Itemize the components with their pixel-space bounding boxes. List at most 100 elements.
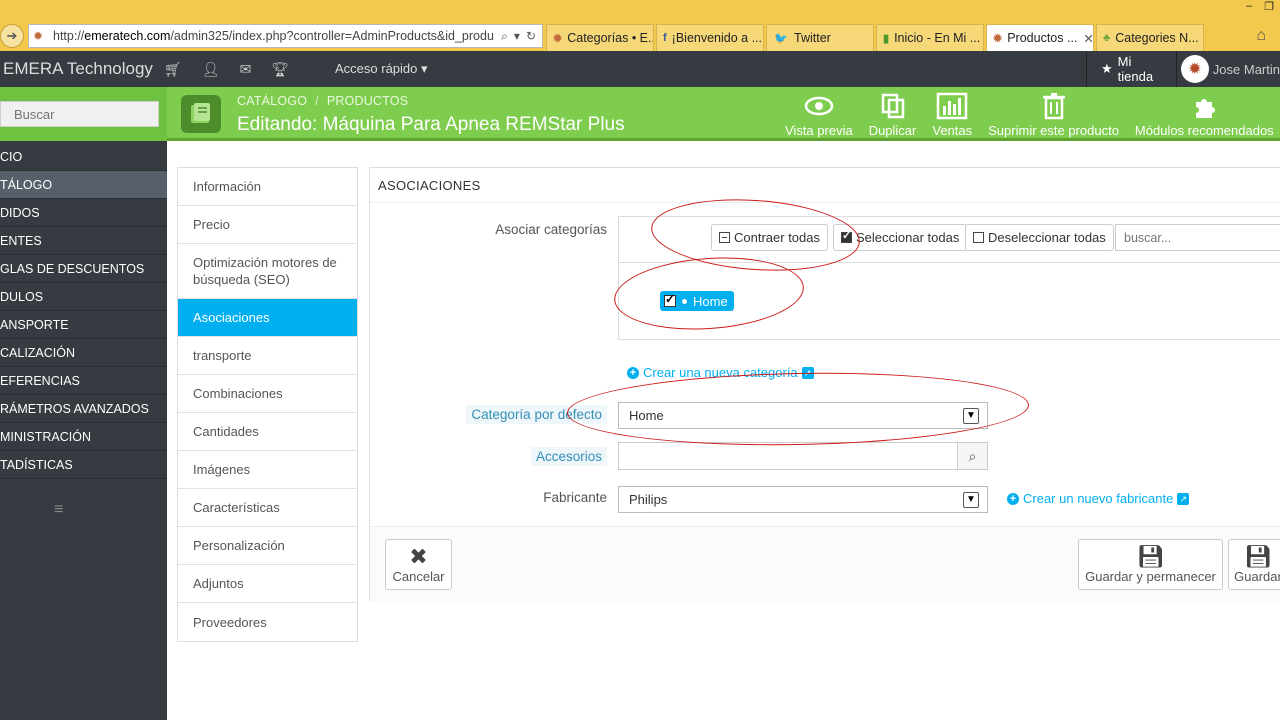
site-favicon-icon: ✹ <box>33 29 44 43</box>
sidebar-menu-item[interactable]: DIDOS <box>0 199 167 227</box>
product-tab[interactable]: Características <box>178 489 357 527</box>
create-manufacturer-link[interactable]: + Crear un nuevo fabricante ↗ <box>1007 491 1190 506</box>
envelope-icon[interactable]: ✉ <box>240 61 252 78</box>
sidebar-search-input[interactable] <box>0 101 159 127</box>
product-tab[interactable]: Información <box>178 168 357 206</box>
close-tab-icon[interactable]: ✕ <box>1083 31 1093 46</box>
maximize-icon[interactable]: ❐ <box>1264 0 1274 13</box>
product-tab[interactable]: transporte <box>178 337 357 375</box>
category-node-home[interactable]: Home <box>660 291 734 311</box>
external-link-icon: ↗ <box>801 366 814 379</box>
sales-button[interactable]: Ventas <box>924 92 980 138</box>
sidebar-menu-item[interactable]: EFERENCIAS <box>0 367 167 395</box>
search-icon[interactable]: ⌕ <box>501 29 508 44</box>
tree-bullet-icon <box>682 298 687 304</box>
address-bar[interactable]: ✹ http://emeratech.com/admin325/index.ph… <box>28 24 543 48</box>
url-text[interactable]: http://emeratech.com/admin325/index.php?… <box>53 29 495 43</box>
product-tab[interactable]: Personalización <box>178 527 357 565</box>
product-tab[interactable]: Precio <box>178 206 357 244</box>
browser-tab-label: Categorías • E... <box>567 31 654 45</box>
admin-topbar: EMERA Technology 🛒︎ 👤︎ ✉ 🏆︎ Acceso rápid… <box>0 51 1280 87</box>
my-shop-link[interactable]: ★ Mi tienda <box>1087 54 1176 84</box>
collapse-all-button[interactable]: Contraer todas <box>711 224 828 251</box>
default-category-select[interactable]: Home ▼ <box>618 402 988 429</box>
tab-favicon-icon: ✹ <box>553 32 563 45</box>
select-all-button[interactable]: Seleccionar todas <box>833 224 968 251</box>
save-icon: 💾︎ <box>1136 544 1165 569</box>
browser-tab-label: Categories N... <box>1115 31 1199 45</box>
menu-collapse-icon[interactable]: ≡ <box>54 501 63 519</box>
product-tab[interactable]: Optimización motores de búsqueda (SEO) <box>178 244 357 299</box>
breadcrumb: CATÁLOGO / PRODUCTOS <box>237 94 409 108</box>
product-tab[interactable]: Proveedores <box>178 603 357 641</box>
empty-square-icon <box>973 232 984 243</box>
user-menu[interactable]: ✹ Jose Martin <box>1175 51 1280 87</box>
sidebar-menu-item[interactable]: ENTES <box>0 227 167 255</box>
dropdown-icon[interactable]: ▾ <box>514 29 520 44</box>
accessories-input[interactable] <box>618 442 958 470</box>
sidebar-menu-item[interactable]: CALIZACIÓN <box>0 339 167 367</box>
minimize-icon[interactable]: – <box>1246 0 1252 12</box>
manufacturer-label: Fabricante <box>543 490 607 505</box>
star-icon: ★ <box>1101 61 1113 76</box>
product-tab[interactable]: Asociaciones <box>178 299 357 337</box>
back-icon[interactable]: ➔ <box>0 24 24 48</box>
browser-tab[interactable]: ✹ Categorías • E... <box>546 24 654 51</box>
home-icon[interactable]: ⌂ <box>1256 27 1266 45</box>
product-tab[interactable]: Adjuntos <box>178 565 357 603</box>
category-checkbox[interactable] <box>664 292 676 307</box>
sidebar-menu: CIO TÁLOGO DIDOS ENTES GLAS DE DESCUENTOS DUL… <box>0 143 167 479</box>
panel-title: ASOCIACIONES <box>378 178 481 193</box>
product-tab[interactable]: Cantidades <box>178 413 357 451</box>
duplicate-button[interactable]: Duplicar <box>861 92 925 138</box>
product-tab[interactable]: Imágenes <box>178 451 357 489</box>
chevron-down-icon: ▼ <box>963 408 979 424</box>
quick-access-menu[interactable]: Acceso rápido ▾ <box>335 61 428 77</box>
save-button[interactable]: 💾︎ Guardar <box>1228 539 1280 590</box>
book-icon <box>181 95 221 133</box>
cancel-button[interactable]: ✖ Cancelar <box>385 539 452 590</box>
preview-button[interactable]: Vista previa <box>777 92 861 138</box>
breadcrumb-catalog[interactable]: CATÁLOGO <box>237 94 307 108</box>
sidebar-menu-item[interactable]: CIO <box>0 143 167 171</box>
sidebar-menu-item[interactable]: GLAS DE DESCUENTOS <box>0 255 167 283</box>
sidebar-menu-item[interactable]: RÁMETROS AVANZADOS <box>0 395 167 423</box>
trash-icon <box>1042 93 1065 120</box>
shop-brand[interactable]: EMERA Technology <box>3 59 153 79</box>
caret-down-icon: ▾ <box>421 61 428 76</box>
deselect-all-button[interactable]: Deseleccionar todas <box>965 224 1114 251</box>
tab-favicon-icon: ♣ <box>1103 32 1111 44</box>
customer-icon[interactable]: 👤︎ <box>202 61 220 78</box>
create-category-link[interactable]: + Crear una nueva categoría ↗ <box>627 365 814 380</box>
recommended-modules-button[interactable]: Módulos recomendados <box>1127 92 1280 138</box>
accessories-search-button[interactable]: ⌕ <box>958 442 988 470</box>
tab-favicon-icon: f <box>663 32 667 44</box>
page-header: CATÁLOGO / PRODUCTOS Editando: Máquina Par… <box>167 87 1280 141</box>
browser-tab[interactable]: 🐦 Twitter <box>766 24 874 51</box>
trophy-icon[interactable]: 🏆︎ <box>271 61 289 78</box>
browser-tab[interactable]: ♣ Categories N... <box>1096 24 1204 51</box>
tab-favicon-icon: 🐦 <box>774 32 788 45</box>
panel-footer: ✖ Cancelar 💾︎ Guardar y permanecer 💾︎ Gu… <box>370 526 1280 602</box>
browser-tab[interactable]: ✹ Productos ... ✕ <box>986 24 1094 51</box>
sidebar-menu-item[interactable]: TADÍSTICAS <box>0 451 167 479</box>
checked-square-icon <box>841 229 852 243</box>
sidebar-menu-item[interactable]: ANSPORTE <box>0 311 167 339</box>
tab-favicon-icon: ▮ <box>883 32 890 45</box>
sidebar-menu-item[interactable]: MINISTRACIÓN <box>0 423 167 451</box>
sidebar-menu-item[interactable]: DULOS <box>0 283 167 311</box>
browser-tab[interactable]: f ¡Bienvenido a ... <box>656 24 764 51</box>
browser-tab[interactable]: ▮ Inicio - En Mi ... <box>876 24 984 51</box>
breadcrumb-products[interactable]: PRODUCTOS <box>327 94 408 108</box>
manufacturer-select[interactable]: Philips ▼ <box>618 486 988 513</box>
product-tab[interactable]: Combinaciones <box>178 375 357 413</box>
window-controls: – ❐ <box>1246 0 1280 13</box>
refresh-icon[interactable]: ↻ <box>526 29 536 44</box>
sidebar-search <box>0 87 167 141</box>
cart-icon[interactable]: 🛒︎ <box>164 61 182 78</box>
delete-product-button[interactable]: Suprimir este producto <box>980 92 1127 138</box>
main-content: Información Precio Optimización motores de… <box>167 141 1280 720</box>
category-search-input[interactable] <box>1115 224 1280 251</box>
sidebar-menu-item[interactable]: TÁLOGO <box>0 171 167 199</box>
save-and-stay-button[interactable]: 💾︎ Guardar y permanecer <box>1078 539 1223 590</box>
